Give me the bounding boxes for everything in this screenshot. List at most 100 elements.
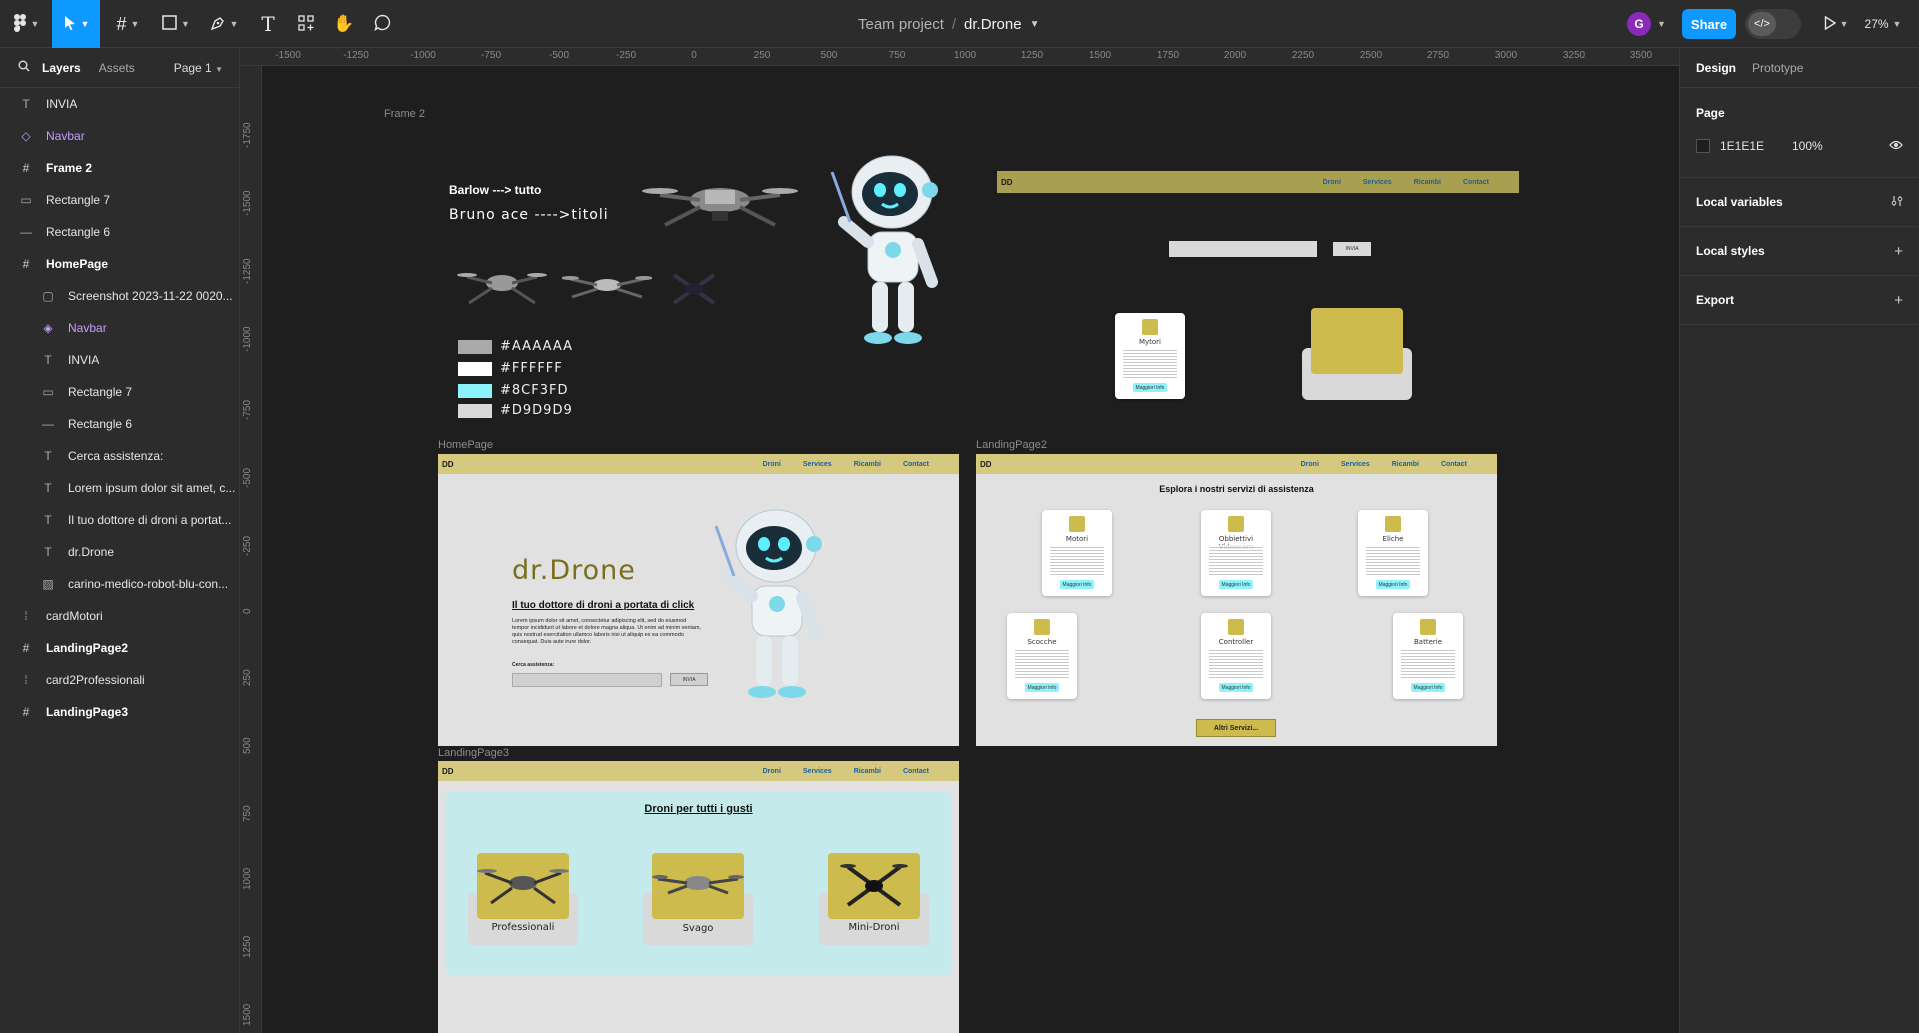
move-tool-button[interactable]: ▼ bbox=[52, 0, 100, 48]
layer-item[interactable]: ◇ Navbar bbox=[0, 120, 240, 152]
share-button[interactable]: Share bbox=[1682, 9, 1736, 39]
layer-item[interactable]: ⁞ card2Professionali bbox=[0, 664, 240, 696]
nav-link[interactable]: Contact bbox=[903, 461, 929, 468]
layer-item[interactable]: — Rectangle 6 bbox=[0, 216, 240, 248]
nav-link[interactable]: Services bbox=[1363, 179, 1392, 186]
layer-item[interactable]: Tdr.Drone bbox=[0, 536, 240, 568]
layer-item[interactable]: # LandingPage2 bbox=[0, 632, 240, 664]
nav-link[interactable]: Ricambi bbox=[1392, 461, 1419, 468]
service-card[interactable]: Motori Maggiori Info bbox=[1042, 510, 1112, 596]
resources-button[interactable] bbox=[290, 0, 322, 48]
eye-icon[interactable] bbox=[1889, 138, 1903, 153]
nav-link[interactable]: Services bbox=[1341, 461, 1370, 468]
frame-label[interactable]: HomePage bbox=[438, 439, 493, 451]
layer-item[interactable]: T Il tuo dottore di droni a portat... bbox=[0, 504, 240, 536]
homepage-frame[interactable]: DD Droni Services Ricambi Contact dr.Dro… bbox=[438, 454, 959, 746]
shape-tool-button[interactable]: ▼ bbox=[156, 0, 196, 48]
card-button[interactable]: Maggiori Info bbox=[1411, 683, 1445, 692]
card-button[interactable]: Maggiori Info bbox=[1133, 383, 1167, 392]
page-opacity-value[interactable]: 100% bbox=[1792, 139, 1823, 153]
page-color-swatch[interactable] bbox=[1696, 138, 1710, 153]
horizontal-ruler: -1500 -1250 -1000 -750 -500 -250 0 250 5… bbox=[240, 48, 1679, 66]
layer-item[interactable]: ⁞ cardMotori bbox=[0, 600, 240, 632]
layer-item[interactable]: ▢ Screenshot 2023-11-22 0020... bbox=[0, 280, 240, 312]
layer-item[interactable]: ◈ Navbar bbox=[0, 312, 240, 344]
card-component[interactable]: Mytori Maggiori Info bbox=[1115, 313, 1185, 399]
frame-label[interactable]: Frame 2 bbox=[384, 108, 425, 120]
frame-label[interactable]: LandingPage3 bbox=[438, 747, 509, 759]
dev-mode-toggle[interactable]: </> bbox=[1745, 9, 1801, 39]
layer-item[interactable]: T Lorem ipsum dolor sit amet, c... bbox=[0, 472, 240, 504]
layer-item[interactable]: ▨ carino-medico-robot-blu-con... bbox=[0, 568, 240, 600]
hand-tool-button[interactable]: ✋ bbox=[328, 0, 360, 48]
card-button[interactable]: Maggiori Info bbox=[1376, 580, 1410, 589]
invia-button-component[interactable]: INVIA bbox=[1333, 242, 1371, 256]
service-card[interactable]: Eliche Maggiori Info bbox=[1358, 510, 1428, 596]
avatar[interactable]: G bbox=[1627, 12, 1651, 36]
nav-link[interactable]: Contact bbox=[903, 768, 929, 775]
nav-link[interactable]: Ricambi bbox=[854, 461, 881, 468]
search-icon[interactable] bbox=[18, 60, 30, 75]
nav-link[interactable]: Ricambi bbox=[854, 768, 881, 775]
layer-item[interactable]: ▭ Rectangle 7 bbox=[0, 376, 240, 408]
nav-link[interactable]: Contact bbox=[1441, 461, 1467, 468]
canvas[interactable]: Frame 2 Barlow ---> tutto Bruno ace ----… bbox=[262, 67, 1679, 1033]
search-input[interactable] bbox=[512, 673, 662, 687]
project-name[interactable]: Team project bbox=[858, 16, 944, 33]
nav-link[interactable]: Contact bbox=[1463, 179, 1489, 186]
nav-link[interactable]: Droni bbox=[763, 768, 781, 775]
layer-label: LandingPage2 bbox=[46, 641, 129, 655]
service-card[interactable]: Obbiettivi VideocamMaggiori Info bbox=[1201, 510, 1271, 596]
landingpage3-frame[interactable]: DD Droni Services Ricambi Contact Droni … bbox=[438, 761, 959, 1033]
comment-tool-button[interactable] bbox=[366, 0, 398, 48]
more-services-button[interactable]: Altri Servizi... bbox=[1196, 719, 1276, 737]
layer-item[interactable]: T INVIA bbox=[0, 88, 240, 120]
local-styles-section[interactable]: Local styles + bbox=[1680, 227, 1919, 276]
page-color-value[interactable]: 1E1E1E bbox=[1720, 139, 1792, 153]
text-tool-button[interactable]: T bbox=[252, 0, 284, 48]
plus-icon[interactable]: + bbox=[1894, 243, 1903, 260]
nav-link[interactable]: Ricambi bbox=[1414, 179, 1441, 186]
nav-link[interactable]: Services bbox=[803, 461, 832, 468]
sliders-icon[interactable] bbox=[1891, 194, 1903, 211]
file-title[interactable]: Team project / dr.Drone ▼ bbox=[858, 0, 1040, 48]
layer-item[interactable]: # Frame 2 bbox=[0, 152, 240, 184]
search-bar-component[interactable] bbox=[1169, 241, 1317, 257]
present-button[interactable]: ▼ bbox=[1818, 0, 1854, 48]
nav-link[interactable]: Droni bbox=[1301, 461, 1319, 468]
plus-icon[interactable]: + bbox=[1894, 292, 1903, 309]
export-section[interactable]: Export + bbox=[1680, 276, 1919, 325]
layer-item[interactable]: # LandingPage3 bbox=[0, 696, 240, 728]
navbar-component[interactable]: DD Droni Services Ricambi Contact bbox=[997, 171, 1519, 193]
card-button[interactable]: Maggiori Info bbox=[1060, 580, 1094, 589]
card-button[interactable]: Maggiori Info bbox=[1219, 580, 1253, 589]
frame-label[interactable]: LandingPage2 bbox=[976, 439, 1047, 451]
local-variables-section[interactable]: Local variables bbox=[1680, 178, 1919, 227]
tab-design[interactable]: Design bbox=[1696, 61, 1736, 75]
tab-prototype[interactable]: Prototype bbox=[1752, 61, 1803, 75]
service-card[interactable]: Scocche Maggiori Info bbox=[1007, 613, 1077, 699]
layer-item[interactable]: T Cerca assistenza: bbox=[0, 440, 240, 472]
file-name[interactable]: dr.Drone bbox=[964, 16, 1022, 33]
service-card[interactable]: Controller Maggiori Info bbox=[1201, 613, 1271, 699]
nav-link[interactable]: Droni bbox=[763, 461, 781, 468]
zoom-control[interactable]: 27% ▼ bbox=[1858, 0, 1908, 48]
nav-link[interactable]: Services bbox=[803, 768, 832, 775]
layer-item[interactable]: T INVIA bbox=[0, 344, 240, 376]
chevron-down-icon[interactable]: ▼ bbox=[1657, 19, 1666, 29]
layer-item[interactable]: ▭ Rectangle 7 bbox=[0, 184, 240, 216]
service-card[interactable]: Batterie Maggiori Info bbox=[1393, 613, 1463, 699]
landingpage2-frame[interactable]: DD Droni Services Ricambi Contact Esplor… bbox=[976, 454, 1497, 746]
nav-link[interactable]: Droni bbox=[1323, 179, 1341, 186]
layer-item[interactable]: # HomePage bbox=[0, 248, 240, 280]
card-button[interactable]: Maggiori Info bbox=[1025, 683, 1059, 692]
layer-item[interactable]: — Rectangle 6 bbox=[0, 408, 240, 440]
page-selector[interactable]: Page 1 ▼ bbox=[174, 61, 223, 75]
frame-tool-button[interactable]: # ▼ bbox=[108, 0, 148, 48]
tab-assets[interactable]: Assets bbox=[99, 61, 135, 75]
invia-button[interactable]: INVIA bbox=[670, 673, 708, 686]
tab-layers[interactable]: Layers bbox=[42, 61, 81, 75]
pen-tool-button[interactable]: ▼ bbox=[204, 0, 244, 48]
card-button[interactable]: Maggiori Info bbox=[1219, 683, 1253, 692]
figma-menu-button[interactable]: ▼ bbox=[6, 0, 46, 48]
